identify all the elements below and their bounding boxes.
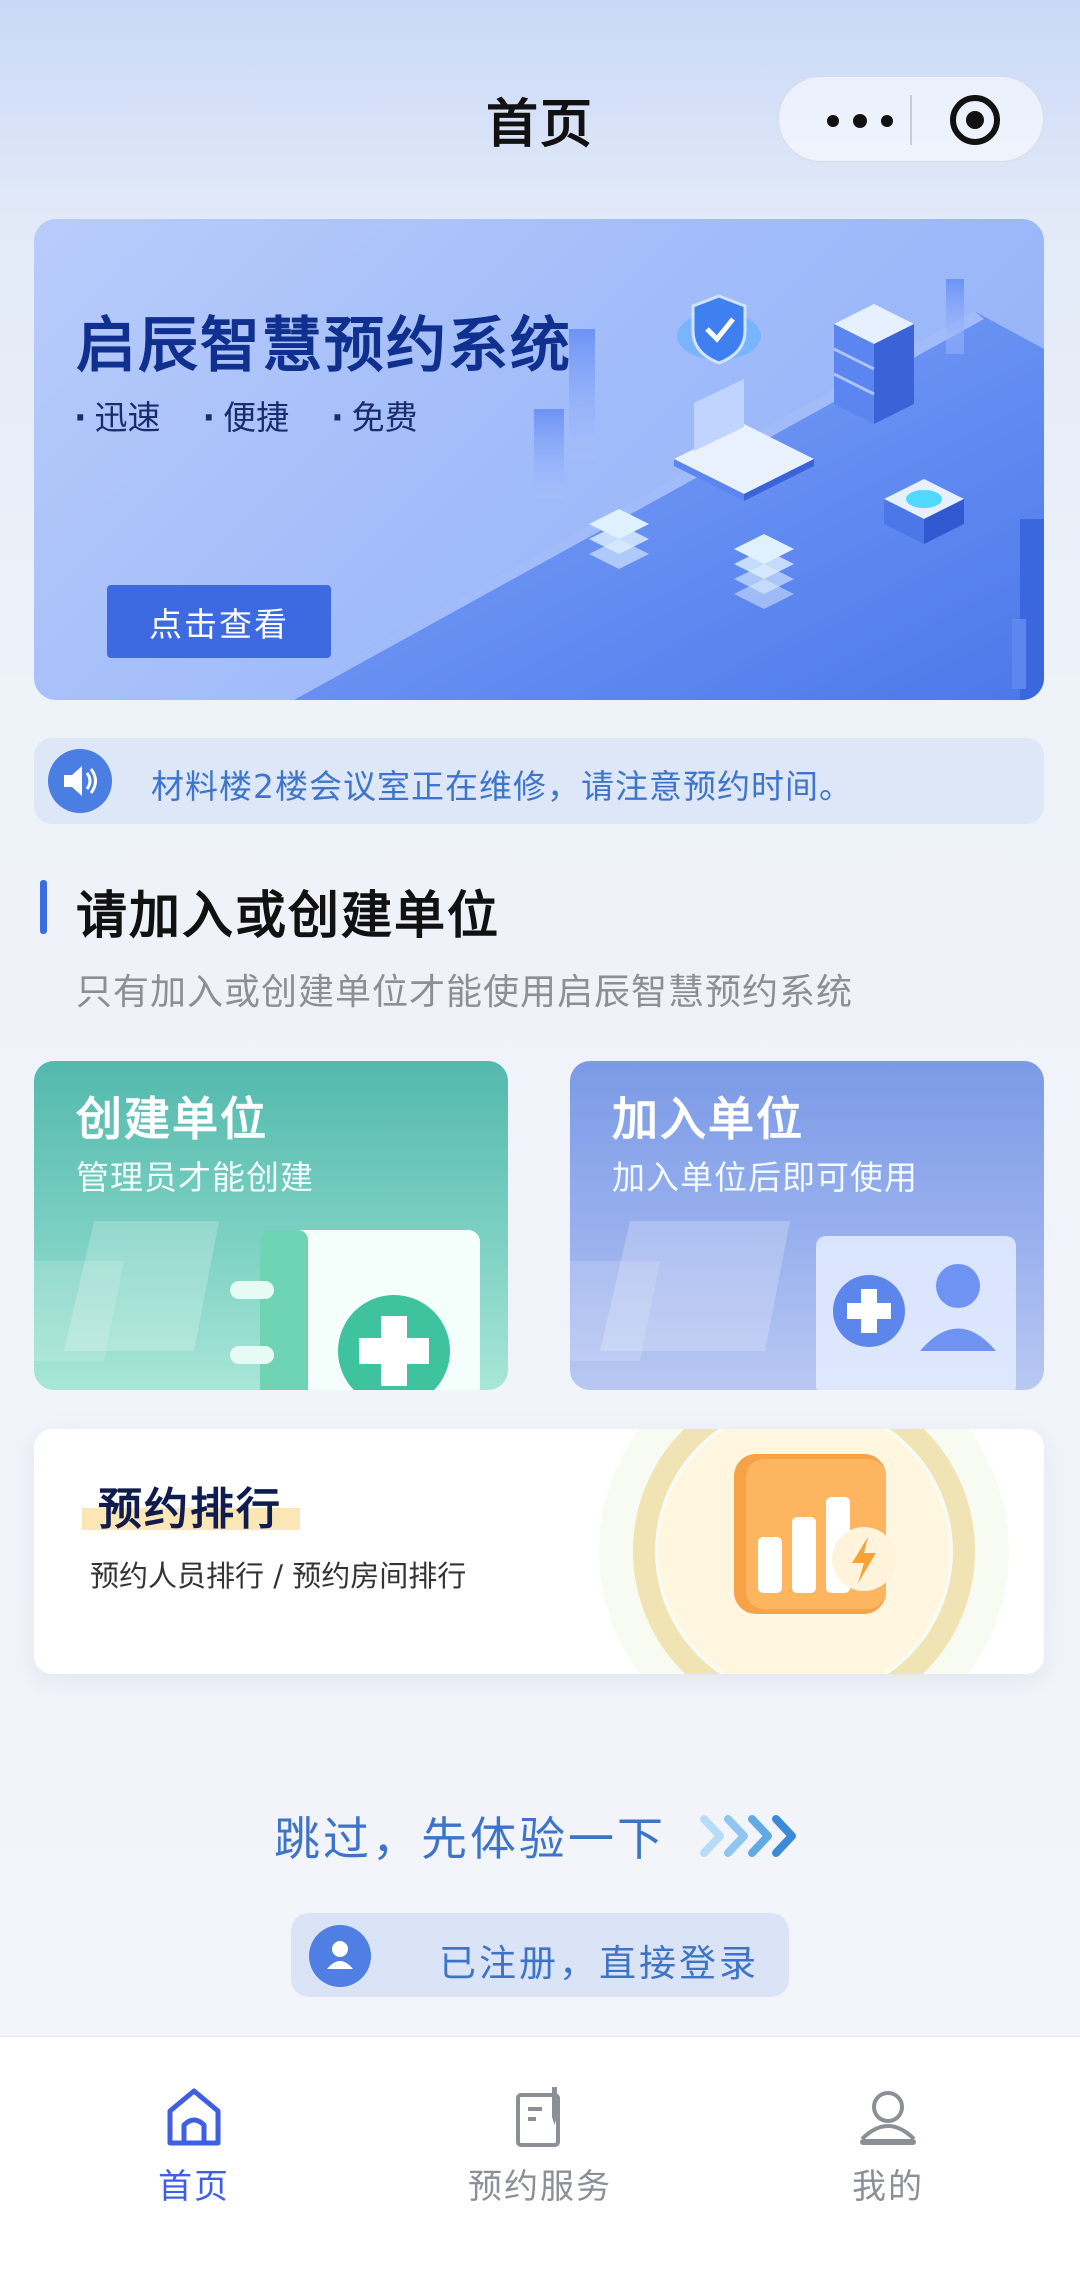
document-icon: [516, 2087, 560, 2147]
header: 首页: [0, 0, 1080, 200]
feature-free: 免费: [331, 391, 418, 439]
join-unit-card[interactable]: 加入单位 加入单位后即可使用: [570, 1061, 1044, 1390]
feature-fast: 迅速: [74, 391, 161, 439]
bar-chart-badge-illustration: [599, 1429, 1009, 1674]
banner-title: 启辰智慧预约系统: [76, 311, 572, 381]
feature-convenient: 便捷: [203, 391, 289, 439]
user-icon: [860, 2091, 916, 2145]
mini-program-capsule: [778, 76, 1044, 162]
hero-banner[interactable]: 启辰智慧预约系统 迅速 便捷 免费 点击查看: [34, 219, 1044, 700]
skip-label: 跳过，先体验一下: [274, 1812, 666, 1866]
view-details-button[interactable]: 点击查看: [107, 585, 331, 658]
create-unit-title: 创建单位: [76, 1092, 268, 1146]
skip-link[interactable]: 跳过，先体验一下: [0, 1803, 1080, 1869]
notice-text: 材料楼2楼会议室正在维修，请注意预约时间。: [151, 767, 853, 806]
tab-mine[interactable]: 我的: [788, 2085, 988, 2208]
join-unit-subtitle: 加入单位后即可使用: [612, 1158, 918, 1197]
tab-mine-label: 我的: [852, 2167, 924, 2207]
tab-home[interactable]: 首页: [94, 2085, 294, 2208]
tab-reservation-service[interactable]: 预约服务: [440, 2085, 640, 2208]
home-icon: [167, 2088, 221, 2146]
capsule-divider: [910, 95, 912, 145]
section-accent-bar: [40, 880, 47, 934]
banner-features: 迅速 便捷 免费: [74, 391, 418, 439]
speaker-icon: [48, 749, 112, 813]
join-unit-title: 加入单位: [612, 1092, 804, 1146]
reservation-ranking-card[interactable]: 预约排行 预约人员排行 / 预约房间排行: [34, 1429, 1044, 1674]
user-avatar-icon: [309, 1925, 371, 1987]
login-button[interactable]: 已注册，直接登录: [291, 1913, 789, 1997]
section-subtitle: 只有加入或创建单位才能使用启辰智慧预约系统: [76, 972, 854, 1013]
tab-reservation-service-label: 预约服务: [468, 2167, 612, 2207]
ranking-title: 预约排行: [98, 1484, 282, 1535]
tab-home-label: 首页: [158, 2167, 230, 2207]
notice-bar[interactable]: 材料楼2楼会议室正在维修，请注意预约时间。: [34, 738, 1044, 824]
create-unit-subtitle: 管理员才能创建: [76, 1158, 314, 1197]
section-title: 请加入或创建单位: [76, 887, 501, 946]
login-label: 已注册，直接登录: [439, 1942, 759, 1985]
ranking-subtitle: 预约人员排行 / 预约房间排行: [90, 1559, 467, 1593]
more-dots-icon[interactable]: [809, 77, 909, 163]
chevrons-right-icon: [700, 1815, 796, 1857]
target-icon[interactable]: [947, 92, 1003, 148]
create-unit-card[interactable]: 创建单位 管理员才能创建: [34, 1061, 508, 1390]
bottom-tab-bar: 首页 预约服务 我的: [0, 2036, 1080, 2275]
